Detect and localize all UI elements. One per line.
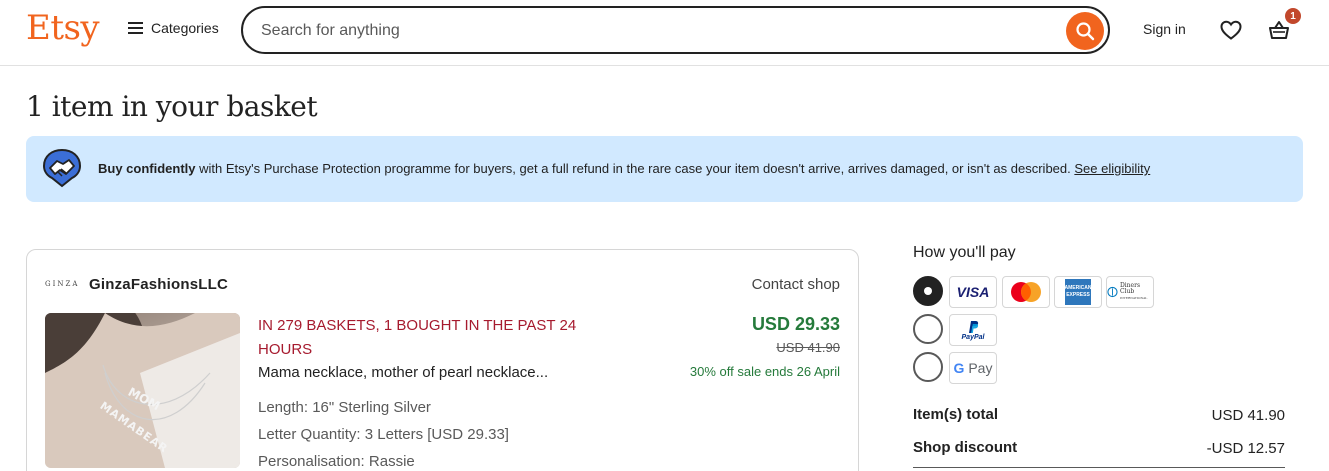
purchase-protection-banner: Buy confidently with Etsy's Purchase Pro… [26, 136, 1303, 202]
site-header: Etsy Categories Sign in 1 [0, 0, 1329, 66]
handshake-icon [42, 148, 82, 188]
favorites-heart-icon[interactable] [1219, 18, 1243, 42]
sale-info: 30% off sale ends 26 April [689, 364, 840, 379]
google-g-letter: G [953, 360, 965, 376]
items-total-value: USD 41.90 [1211, 407, 1285, 424]
basket-count-badge: 1 [1285, 8, 1301, 24]
paypal-icon: PayPal [949, 314, 997, 346]
sale-price: USD 29.33 [751, 314, 840, 334]
banner-text: Buy confidently with Etsy's Purchase Pro… [98, 161, 1150, 176]
variant-length: Length: 16" Sterling Silver [258, 399, 431, 416]
variant-letter-quantity: Letter Quantity: 3 Letters [USD 29.33] [258, 426, 509, 443]
categories-label: Categories [151, 20, 219, 36]
hamburger-menu-icon [128, 22, 143, 34]
shop-discount-label: Shop discount [913, 439, 1018, 456]
shop-name-link[interactable]: GinzaFashionsLLC [89, 276, 228, 293]
mastercard-icon [1002, 276, 1050, 308]
shop-discount-value: -USD 12.57 [1206, 440, 1285, 457]
variant-personalisation: Personalisation: Rassie [258, 453, 415, 470]
payment-radio-paypal[interactable] [913, 314, 943, 344]
paypal-p-icon [969, 320, 979, 333]
original-price: USD 41.90 [776, 340, 840, 355]
paypal-label: PayPal [961, 333, 985, 341]
items-total-label: Item(s) total [913, 406, 999, 423]
visa-label: VISA [956, 284, 990, 300]
categories-button[interactable]: Categories [128, 20, 219, 36]
amex-label-bottom: EXPRESS [1066, 292, 1090, 298]
payment-radio-google-pay[interactable] [913, 352, 943, 382]
payment-radio-card[interactable] [913, 276, 943, 306]
basket-popularity-notice: IN 279 BASKETS, 1 BOUGHT IN THE PAST 24 … [258, 317, 577, 358]
shop-logo[interactable]: GINZA [45, 280, 79, 288]
product-title-link[interactable]: Mama necklace, mother of pearl necklace.… [258, 364, 548, 381]
banner-body-text: with Etsy's Purchase Protection programm… [195, 161, 1075, 176]
diners-label-bottom: INTERNATIONAL [1119, 296, 1148, 300]
mastercard-circles-icon [1011, 282, 1041, 302]
sign-in-link[interactable]: Sign in [1143, 21, 1186, 37]
search-bar [241, 6, 1110, 54]
diners-label-top: Diners Club [1119, 282, 1141, 295]
etsy-logo[interactable]: Etsy [26, 8, 100, 48]
search-button[interactable] [1066, 12, 1104, 50]
search-icon [1076, 22, 1095, 41]
amex-label-top: AMERICAN [1064, 285, 1092, 291]
diners-club-card-icon: Diners Club INTERNATIONAL [1106, 276, 1154, 308]
contact-shop-link[interactable]: Contact shop [752, 276, 840, 293]
gpay-label: Pay [968, 360, 993, 376]
see-eligibility-link[interactable]: See eligibility [1074, 161, 1150, 176]
summary-divider [913, 467, 1285, 468]
google-pay-icon: G Pay [949, 352, 997, 384]
product-image[interactable]: MOM MAMABEAR [45, 313, 240, 468]
visa-card-icon: VISA [949, 276, 997, 308]
page-title: 1 item in your basket [26, 90, 318, 123]
banner-bold-text: Buy confidently [98, 161, 196, 176]
search-input[interactable] [261, 20, 1041, 42]
diners-club-logo-icon [1107, 286, 1118, 298]
necklace-photo-illustration: MOM MAMABEAR [45, 313, 240, 468]
amex-card-icon: AMERICAN EXPRESS [1054, 276, 1102, 308]
how-you-pay-heading: How you'll pay [913, 244, 1016, 261]
shop-card: GINZA GinzaFashionsLLC Contact shop MOM … [26, 249, 859, 471]
